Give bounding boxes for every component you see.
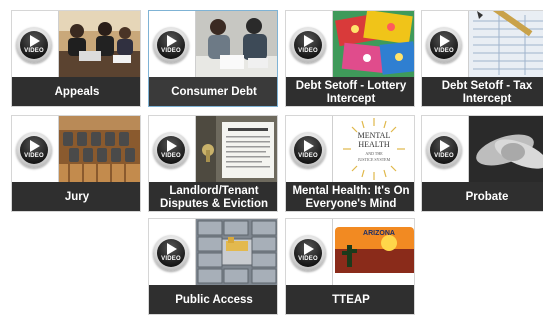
play-video-icon[interactable]: VIDEO xyxy=(290,235,326,271)
file-cabinets-image xyxy=(196,219,277,285)
tile-title: Appeals xyxy=(12,77,140,106)
tile-title: Probate xyxy=(422,182,543,211)
play-video-icon[interactable]: VIDEO xyxy=(426,27,462,63)
play-video-icon[interactable]: VIDEO xyxy=(426,132,462,168)
play-video-icon[interactable]: VIDEO xyxy=(153,132,189,168)
video-tile-mental-health[interactable]: VIDEO MENTAL HEALTH AND THE JUSTICE SYST… xyxy=(285,115,415,212)
eviction-notice-door-image xyxy=(196,116,277,182)
play-video-icon[interactable]: VIDEO xyxy=(290,27,326,63)
play-video-icon[interactable]: VIDEO xyxy=(16,27,52,63)
play-video-icon[interactable]: VIDEO xyxy=(153,235,189,271)
tile-title: Mental Health: It's On Everyone's Mind xyxy=(286,182,414,211)
tile-title: Public Access xyxy=(149,285,277,314)
lottery-tickets-image xyxy=(333,11,414,77)
tile-title: Jury xyxy=(12,182,140,211)
tile-title: Debt Setoff - Lottery Intercept xyxy=(286,77,414,106)
seal-text-line-2: HEALTH xyxy=(358,140,389,149)
video-tile-jury[interactable]: VIDEO Jury xyxy=(11,115,141,212)
video-tile-public-access[interactable]: VIDEO Public Access xyxy=(148,218,278,315)
seal-text-line-1: MENTAL xyxy=(358,131,391,140)
video-tile-debt-setoff-lottery[interactable]: VIDEO Debt Setoff - Lottery Intercept xyxy=(285,10,415,107)
play-video-icon[interactable]: VIDEO xyxy=(153,27,189,63)
tile-title: Debt Setoff - Tax Intercept xyxy=(422,77,543,106)
video-tile-landlord-tenant[interactable]: VIDEO Landlord/Tenant Disputes & Evictio… xyxy=(148,115,278,212)
play-video-icon[interactable]: VIDEO xyxy=(290,132,326,168)
tile-title: Consumer Debt xyxy=(149,77,277,106)
tile-title: Landlord/Tenant Disputes & Eviction xyxy=(149,182,277,211)
plate-state-text: ARIZONA xyxy=(363,230,395,237)
play-video-icon[interactable]: VIDEO xyxy=(16,132,52,168)
seal-text-line-4: JUSTICE SYSTEM xyxy=(358,157,391,162)
video-tile-appeals[interactable]: VIDEO Appeals xyxy=(11,10,141,107)
video-tile-tteap[interactable]: VIDEO ARIZONA TTEAP xyxy=(285,218,415,315)
video-tile-consumer-debt[interactable]: VIDEO Consumer Debt xyxy=(148,10,278,107)
stressed-couple-image xyxy=(196,11,277,77)
tax-form-image xyxy=(469,11,543,77)
video-tile-probate[interactable]: VIDEO Probate xyxy=(421,115,543,212)
tile-title: TTEAP xyxy=(286,285,414,314)
jury-box-image xyxy=(59,116,140,182)
seal-text-line-3: AND THE xyxy=(365,151,383,156)
mental-health-seal-image: MENTAL HEALTH AND THE JUSTICE SYSTEM xyxy=(333,116,414,182)
arizona-license-plate-image: ARIZONA xyxy=(333,219,414,285)
people-at-desk-image xyxy=(59,11,140,77)
video-tile-debt-setoff-tax[interactable]: VIDEO Debt Setoff - Tax Intercept xyxy=(421,10,543,107)
holding-hands-image xyxy=(469,116,543,182)
